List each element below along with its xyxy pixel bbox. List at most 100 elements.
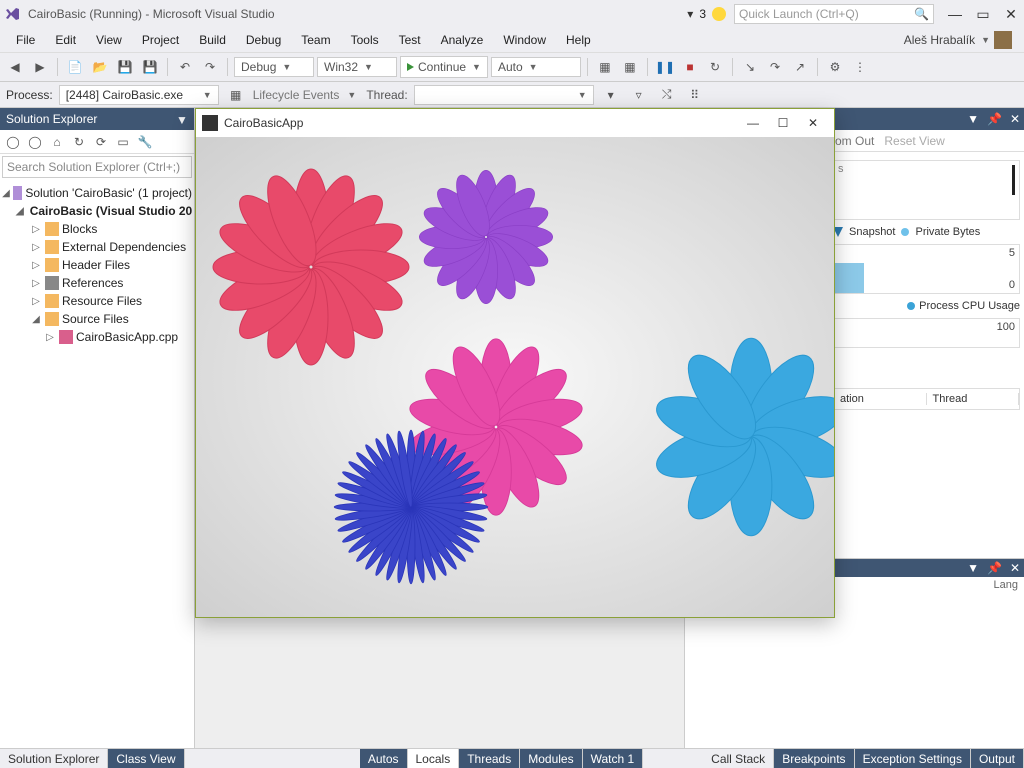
source-file-node[interactable]: ▷CairoBasicApp.cpp	[2, 328, 192, 346]
menu-team[interactable]: Team	[291, 31, 340, 49]
folder-headers[interactable]: ▷Header Files	[2, 256, 192, 274]
menu-window[interactable]: Window	[493, 31, 556, 49]
tb-icon-4[interactable]: ⋮	[849, 56, 871, 78]
zoom-out-button[interactable]: om Out	[835, 134, 874, 148]
close-panel-icon[interactable]: ✕	[1010, 561, 1020, 575]
continue-button[interactable]: Continue▼	[400, 56, 488, 78]
solution-explorer-header[interactable]: Solution Explorer ▼	[0, 108, 194, 130]
step-over-button[interactable]: ↷	[764, 56, 786, 78]
process-dropdown[interactable]: [2448] CairoBasic.exe▼	[59, 85, 219, 105]
tab-solution-explorer[interactable]: Solution Explorer	[0, 749, 108, 768]
sync-icon[interactable]: ↻	[70, 133, 88, 151]
app-canvas	[196, 137, 834, 617]
column-thread[interactable]: Thread	[927, 393, 1020, 405]
tb-icon-3[interactable]: ⚙	[824, 56, 846, 78]
feedback-icon[interactable]	[712, 7, 726, 21]
pin-icon[interactable]: 📌	[987, 561, 1002, 575]
solution-search-input[interactable]: Search Solution Explorer (Ctrl+;)	[2, 156, 192, 178]
close-button[interactable]: ✕	[1002, 5, 1020, 23]
minimize-button[interactable]: —	[946, 5, 964, 23]
menu-edit[interactable]: Edit	[45, 31, 86, 49]
menu-debug[interactable]: Debug	[236, 31, 291, 49]
filter-icon[interactable]: ▾	[600, 84, 622, 106]
solution-node[interactable]: ◢Solution 'CairoBasic' (1 project)	[2, 184, 192, 202]
menu-help[interactable]: Help	[556, 31, 601, 49]
user-menu[interactable]: Aleš Hrabalík ▼	[898, 29, 1018, 51]
menu-project[interactable]: Project	[132, 31, 189, 49]
config-dropdown[interactable]: Debug▼	[234, 57, 314, 77]
nav-fwd-button[interactable]: ▶	[29, 56, 51, 78]
maximize-button[interactable]: ▭	[974, 5, 992, 23]
notification-area[interactable]: ▾ 3	[687, 7, 726, 21]
tab-class-view[interactable]: Class View	[108, 749, 184, 768]
tab-threads[interactable]: Threads	[459, 749, 520, 768]
references-node[interactable]: ▷References	[2, 274, 192, 292]
pin-icon[interactable]: 📌	[987, 112, 1002, 126]
title-bar: CairoBasic (Running) - Microsoft Visual …	[0, 0, 1024, 28]
tab-watch1[interactable]: Watch 1	[583, 749, 644, 768]
nav-back-button[interactable]: ◀	[4, 56, 26, 78]
open-file-button[interactable]: 📂	[89, 56, 111, 78]
step-into-button[interactable]: ↘	[739, 56, 761, 78]
tab-output[interactable]: Output	[971, 749, 1024, 768]
collapse-icon[interactable]: ▭	[114, 133, 132, 151]
menu-tools[interactable]: Tools	[341, 31, 389, 49]
folder-blocks[interactable]: ▷Blocks	[2, 220, 192, 238]
back-icon[interactable]: ◯	[4, 133, 22, 151]
shuffle-icon[interactable]: ⤭	[656, 84, 678, 106]
tab-autos[interactable]: Autos	[360, 749, 408, 768]
column-ation[interactable]: ation	[834, 393, 927, 405]
dropdown-icon[interactable]: ▼	[967, 561, 979, 575]
reset-view-button[interactable]: Reset View	[884, 134, 944, 148]
tab-breakpoints[interactable]: Breakpoints	[774, 749, 854, 768]
save-all-button[interactable]: 💾	[139, 56, 161, 78]
menu-view[interactable]: View	[86, 31, 132, 49]
tb-icon-2[interactable]: ▦	[619, 56, 641, 78]
new-project-button[interactable]: 📄	[64, 56, 86, 78]
menu-analyze[interactable]: Analyze	[431, 31, 494, 49]
app-minimize-button[interactable]: —	[738, 113, 768, 133]
folder-sources[interactable]: ◢Source Files	[2, 310, 192, 328]
restart-button[interactable]: ↻	[704, 56, 726, 78]
pause-button[interactable]: ❚❚	[654, 56, 676, 78]
dropdown-icon[interactable]: ▼	[967, 112, 979, 126]
menu-test[interactable]: Test	[389, 31, 431, 49]
refresh-icon[interactable]: ⟳	[92, 133, 110, 151]
fwd-icon[interactable]: ◯	[26, 133, 44, 151]
timeline-chart: s	[833, 160, 1020, 220]
tab-call-stack[interactable]: Call Stack	[703, 749, 774, 768]
flag-icon: ▾	[687, 7, 693, 21]
filter2-icon[interactable]: ▿	[628, 84, 650, 106]
properties-icon[interactable]: 🔧	[136, 133, 154, 151]
app-title-bar[interactable]: CairoBasicApp — ☐ ✕	[196, 109, 834, 137]
redo-button[interactable]: ↷	[199, 56, 221, 78]
save-button[interactable]: 💾	[114, 56, 136, 78]
menu-file[interactable]: File	[6, 31, 45, 49]
app-close-button[interactable]: ✕	[798, 113, 828, 133]
lifecycle-label: Lifecycle Events	[253, 88, 340, 102]
tab-locals[interactable]: Locals	[408, 749, 460, 768]
close-panel-icon[interactable]: ✕	[1010, 112, 1020, 126]
tb-icon-1[interactable]: ▦	[594, 56, 616, 78]
platform-dropdown[interactable]: Win32▼	[317, 57, 397, 77]
home-icon[interactable]: ⌂	[48, 133, 66, 151]
tab-modules[interactable]: Modules	[520, 749, 582, 768]
tab-exception-settings[interactable]: Exception Settings	[855, 749, 971, 768]
thread-dropdown[interactable]: ▼	[414, 85, 594, 105]
stop-button[interactable]: ■	[679, 56, 701, 78]
dropdown-icon[interactable]: ▼	[176, 113, 188, 125]
step-out-button[interactable]: ↗	[789, 56, 811, 78]
menu-build[interactable]: Build	[189, 31, 236, 49]
folder-external[interactable]: ▷External Dependencies	[2, 238, 192, 256]
project-node[interactable]: ◢CairoBasic (Visual Studio 2015)	[2, 202, 192, 220]
app-maximize-button[interactable]: ☐	[768, 113, 798, 133]
diagnostics-header[interactable]: ✕ 📌 ▼	[829, 108, 1024, 130]
lifecycle-icon[interactable]: ▦	[225, 84, 247, 106]
stack-icon[interactable]: ⠿	[684, 84, 706, 106]
folder-resources[interactable]: ▷Resource Files	[2, 292, 192, 310]
quick-launch-input[interactable]: Quick Launch (Ctrl+Q) 🔍	[734, 4, 934, 24]
auto-dropdown[interactable]: Auto▼	[491, 57, 581, 77]
lang-tab[interactable]: Lang	[994, 579, 1018, 591]
private-bytes-dot-icon	[901, 228, 909, 236]
undo-button[interactable]: ↶	[174, 56, 196, 78]
